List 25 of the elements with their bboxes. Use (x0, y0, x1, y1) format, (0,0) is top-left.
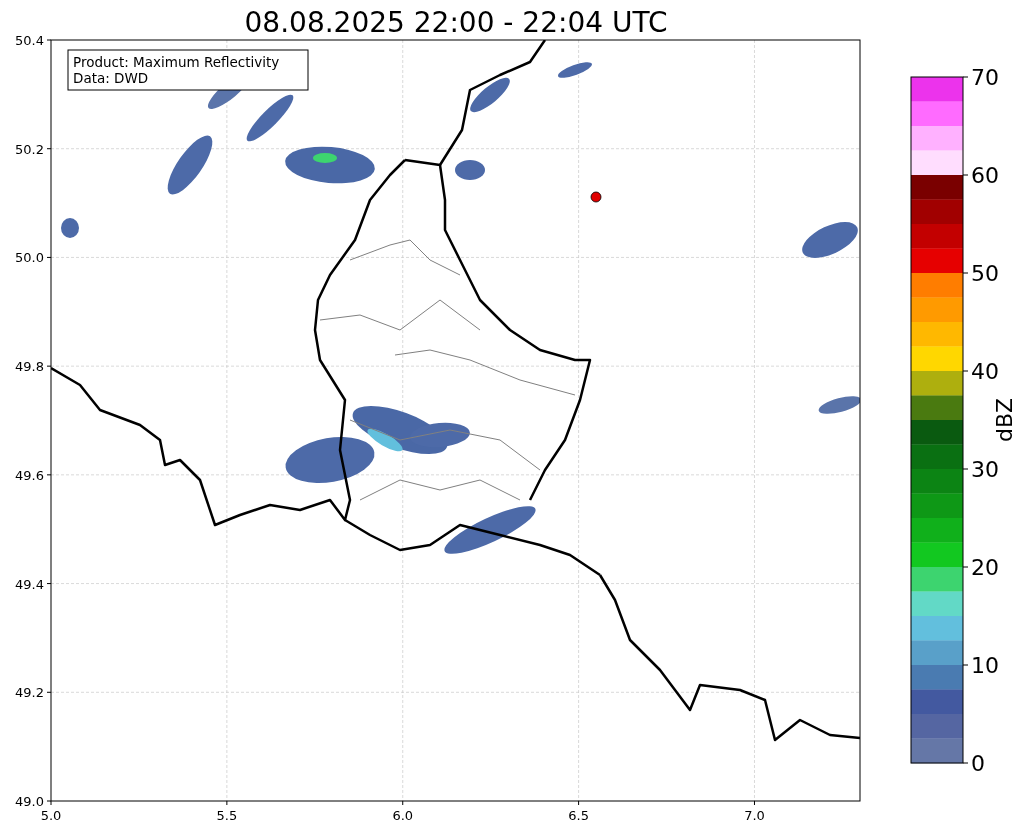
colorbar-tick-label: 10 (971, 653, 999, 678)
info-text: Product: Maximum Reflectivity (73, 54, 280, 70)
colorbar-label: dBZ (992, 397, 1017, 443)
axis-tick-label: 49.0 (15, 794, 44, 809)
axis-tick-label: 50.0 (15, 250, 44, 266)
axis-tick-label: 7.0 (744, 808, 765, 823)
axis-tick-label: 6.0 (392, 808, 414, 823)
axis-tick-label: 50.4 (15, 33, 44, 48)
axis-tick-label: 5.0 (40, 808, 62, 823)
colorbar-tick-label: 60 (971, 163, 999, 188)
colorbar-tick-label: 20 (971, 555, 999, 580)
info-text: Data: DWD (73, 70, 149, 86)
axis-tick-label: 5.5 (216, 808, 238, 823)
colorbar-tick-label: 0 (971, 751, 985, 776)
axis-tick-label: 50.2 (15, 141, 44, 157)
colorbar-tick-label: 70 (971, 65, 999, 90)
colorbar-tick-label: 50 (971, 261, 999, 286)
colorbar-tick-label: 30 (971, 457, 999, 482)
axis-tick-label: 49.6 (15, 467, 44, 483)
axis-tick-label: 49.8 (15, 359, 44, 375)
axis-tick-label: 6.5 (568, 808, 589, 823)
chart-title: 08.08.2025 22:00 - 22:04 UTC (244, 6, 668, 39)
axis-tick-label: 49.2 (15, 685, 44, 701)
axis-tick-label: 49.4 (15, 576, 44, 592)
colorbar-tick-label: 40 (971, 359, 999, 384)
